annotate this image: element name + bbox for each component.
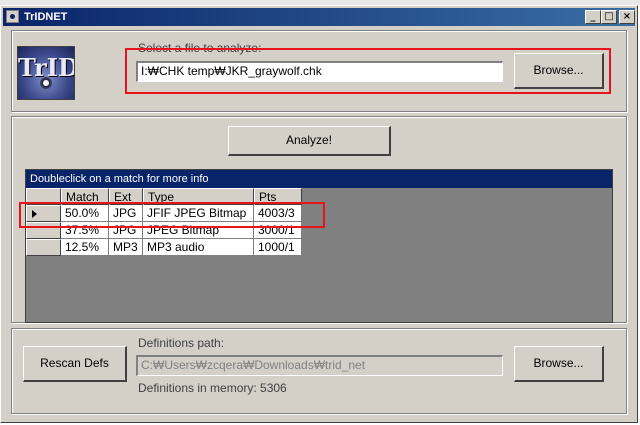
results-grid[interactable]: Doubleclick on a match for more info Mat… [25,169,613,323]
analyze-button[interactable]: Analyze! [228,126,391,156]
app-icon[interactable] [6,10,19,23]
row-selector[interactable] [26,239,61,256]
result-ext-cell[interactable]: MP3 [109,239,143,256]
browse-definitions-button[interactable]: Browse... [514,346,604,382]
result-pts-cell[interactable]: 1000/1 [254,239,302,256]
window-title: TrIDNET [24,11,68,23]
rescan-defs-button[interactable]: Rescan Defs [23,346,127,382]
main-window: TrIDNET _ □ × TrID Select a file to anal… [0,5,638,423]
trid-logo: TrID [17,46,75,100]
definitions-path-input[interactable]: C:₩Users₩zcqera₩Downloads₩trid_net [136,355,503,376]
eye-icon [40,77,52,89]
minimize-button[interactable]: _ [585,10,601,24]
close-button[interactable]: × [619,10,635,24]
grid-caption: Doubleclick on a match for more info [26,170,612,188]
definitions-count: Definitions in memory: 5306 [138,381,287,395]
file-select-annotation [125,48,611,94]
maximize-button[interactable]: □ [601,10,617,24]
top-match-annotation [19,202,325,228]
title-bar[interactable]: TrIDNET _ □ × [3,8,635,26]
result-type-cell[interactable]: MP3 audio [143,239,254,256]
definitions-path-label: Definitions path: [138,336,225,350]
result-match-cell[interactable]: 12.5% [61,239,109,256]
